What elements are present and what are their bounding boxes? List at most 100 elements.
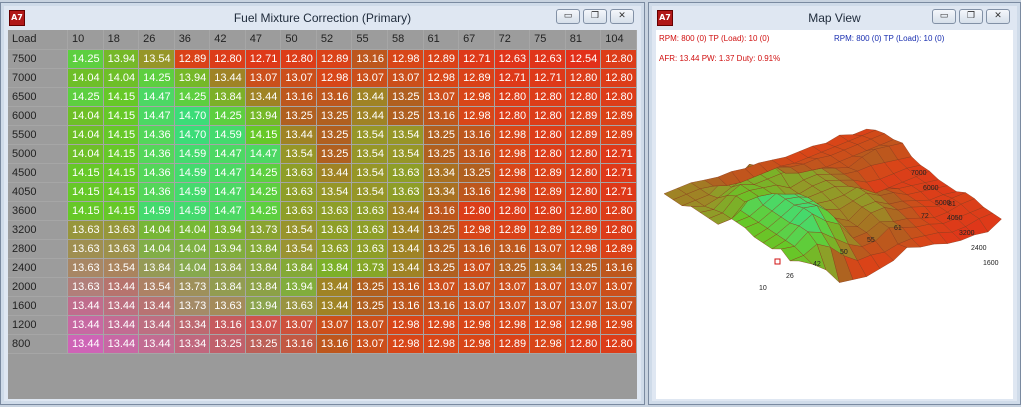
table-cell[interactable]: 12.89 xyxy=(565,106,602,126)
table-cell[interactable]: 12.89 xyxy=(174,49,211,69)
table-cell[interactable]: 13.54 xyxy=(351,125,388,145)
table-cell[interactable]: 12.80 xyxy=(565,163,602,183)
column-header[interactable]: 36 xyxy=(174,30,211,50)
table-cell[interactable]: 12.71 xyxy=(600,182,637,202)
table-cell[interactable]: 13.63 xyxy=(103,239,140,259)
row-header[interactable]: 6500 xyxy=(8,87,69,107)
table-cell[interactable]: 14.36 xyxy=(138,163,175,183)
table-cell[interactable]: 13.07 xyxy=(280,315,317,335)
table-cell[interactable]: 13.54 xyxy=(351,163,388,183)
table-cell[interactable]: 12.98 xyxy=(494,315,531,335)
restore-button[interactable]: ❐ xyxy=(959,9,983,24)
table-cell[interactable]: 13.07 xyxy=(423,87,460,107)
table-cell[interactable]: 13.63 xyxy=(351,220,388,240)
table-cell[interactable]: 14.25 xyxy=(245,182,282,202)
table-cell[interactable]: 14.04 xyxy=(174,220,211,240)
table-cell[interactable]: 12.80 xyxy=(565,68,602,88)
table-cell[interactable]: 13.63 xyxy=(351,201,388,221)
table-cell[interactable]: 12.80 xyxy=(529,144,566,164)
table-cell[interactable]: 14.15 xyxy=(103,201,140,221)
table-cell[interactable]: 13.07 xyxy=(494,277,531,297)
table-cell[interactable]: 12.98 xyxy=(387,334,424,354)
table-cell[interactable]: 13.44 xyxy=(316,277,353,297)
table-cell[interactable]: 12.80 xyxy=(494,87,531,107)
table-cell[interactable]: 13.25 xyxy=(316,125,353,145)
table-cell[interactable]: 13.54 xyxy=(351,144,388,164)
table-cell[interactable]: 14.25 xyxy=(67,49,104,69)
table-cell[interactable]: 13.54 xyxy=(280,239,317,259)
table-cell[interactable]: 13.84 xyxy=(316,258,353,278)
table-cell[interactable]: 13.54 xyxy=(103,258,140,278)
table-cell[interactable]: 13.16 xyxy=(458,239,495,259)
table-cell[interactable]: 13.16 xyxy=(316,87,353,107)
row-header[interactable]: 800 xyxy=(8,334,69,354)
table-cell[interactable]: 13.94 xyxy=(245,106,282,126)
table-cell[interactable]: 13.07 xyxy=(351,68,388,88)
table-cell[interactable]: 13.07 xyxy=(458,258,495,278)
table-cell[interactable]: 12.89 xyxy=(529,163,566,183)
row-header[interactable]: 2400 xyxy=(8,258,69,278)
table-cell[interactable]: 13.44 xyxy=(387,239,424,259)
table-cell[interactable]: 12.80 xyxy=(565,144,602,164)
table-cell[interactable]: 13.94 xyxy=(280,277,317,297)
table-cell[interactable]: 13.63 xyxy=(316,220,353,240)
table-cell[interactable]: 12.98 xyxy=(423,315,460,335)
table-cell[interactable]: 13.25 xyxy=(316,144,353,164)
table-cell[interactable]: 12.80 xyxy=(600,87,637,107)
table-cell[interactable]: 14.25 xyxy=(67,87,104,107)
table-cell[interactable]: 13.25 xyxy=(351,277,388,297)
table-cell[interactable]: 12.80 xyxy=(529,125,566,145)
table-cell[interactable]: 14.15 xyxy=(103,87,140,107)
table-cell[interactable]: 13.16 xyxy=(209,315,246,335)
table-cell[interactable]: 12.89 xyxy=(423,49,460,69)
table-cell[interactable]: 13.44 xyxy=(67,334,104,354)
table-cell[interactable]: 14.36 xyxy=(138,125,175,145)
table-cell[interactable]: 13.25 xyxy=(316,106,353,126)
table-cell[interactable]: 12.98 xyxy=(458,106,495,126)
table-cell[interactable]: 12.98 xyxy=(565,239,602,259)
table-cell[interactable]: 13.25 xyxy=(423,144,460,164)
column-header[interactable]: 61 xyxy=(423,30,460,50)
row-header[interactable]: 3600 xyxy=(8,201,69,221)
table-cell[interactable]: 13.44 xyxy=(67,315,104,335)
table-cell[interactable]: 14.47 xyxy=(138,106,175,126)
column-header[interactable]: 55 xyxy=(351,30,388,50)
row-header[interactable]: 6000 xyxy=(8,106,69,126)
table-cell[interactable]: 13.34 xyxy=(174,315,211,335)
table-cell[interactable]: 13.63 xyxy=(209,296,246,316)
table-cell[interactable]: 13.63 xyxy=(280,182,317,202)
table-cell[interactable]: 13.44 xyxy=(387,201,424,221)
table-cell[interactable]: 12.89 xyxy=(316,49,353,69)
table-cell[interactable]: 12.98 xyxy=(494,182,531,202)
table-cell[interactable]: 12.80 xyxy=(565,87,602,107)
table-cell[interactable]: 13.84 xyxy=(209,87,246,107)
table-cell[interactable]: 12.71 xyxy=(245,49,282,69)
table-cell[interactable]: 12.71 xyxy=(529,68,566,88)
row-header[interactable]: 2800 xyxy=(8,239,69,259)
table-cell[interactable]: 12.89 xyxy=(529,182,566,202)
table-cell[interactable]: 12.80 xyxy=(565,182,602,202)
table-cell[interactable]: 12.89 xyxy=(494,220,531,240)
table-cell[interactable]: 12.63 xyxy=(529,49,566,69)
table-cell[interactable]: 14.25 xyxy=(174,87,211,107)
table-cell[interactable]: 14.25 xyxy=(245,201,282,221)
table-cell[interactable]: 14.15 xyxy=(103,182,140,202)
table-cell[interactable]: 14.59 xyxy=(174,144,211,164)
table-cell[interactable]: 12.80 xyxy=(529,201,566,221)
table-cell[interactable]: 14.25 xyxy=(245,163,282,183)
table-cell[interactable]: 13.63 xyxy=(280,296,317,316)
row-header[interactable]: 4050 xyxy=(8,182,69,202)
table-cell[interactable]: 13.94 xyxy=(209,239,246,259)
table-cell[interactable]: 14.15 xyxy=(103,144,140,164)
table-cell[interactable]: 13.07 xyxy=(565,296,602,316)
table-cell[interactable]: 13.07 xyxy=(280,68,317,88)
table-cell[interactable]: 12.98 xyxy=(565,315,602,335)
table-cell[interactable]: 12.80 xyxy=(600,334,637,354)
table-cell[interactable]: 13.44 xyxy=(103,277,140,297)
table-cell[interactable]: 13.25 xyxy=(565,258,602,278)
table-cell[interactable]: 12.98 xyxy=(458,87,495,107)
column-header[interactable]: 72 xyxy=(494,30,531,50)
table-cell[interactable]: 13.84 xyxy=(138,258,175,278)
table-cell[interactable]: 13.84 xyxy=(245,258,282,278)
table-cell[interactable]: 13.34 xyxy=(423,182,460,202)
